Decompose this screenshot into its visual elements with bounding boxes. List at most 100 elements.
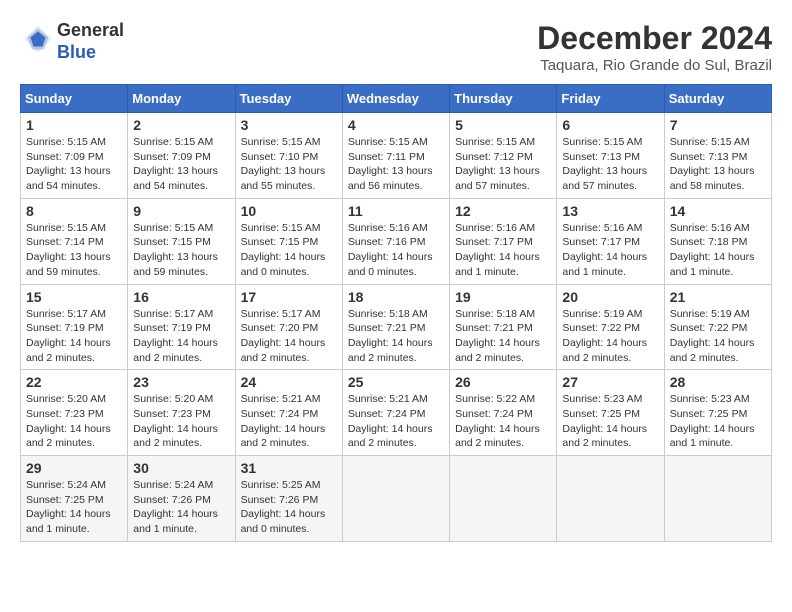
day-number: 14	[670, 203, 766, 219]
calendar-cell	[664, 456, 771, 542]
calendar-cell: 10 Sunrise: 5:15 AM Sunset: 7:15 PM Dayli…	[235, 198, 342, 284]
day-detail: Sunrise: 5:16 AM Sunset: 7:16 PM Dayligh…	[348, 221, 444, 280]
day-detail: Sunrise: 5:15 AM Sunset: 7:09 PM Dayligh…	[133, 135, 229, 194]
day-number: 27	[562, 374, 658, 390]
calendar-cell: 24 Sunrise: 5:21 AM Sunset: 7:24 PM Dayli…	[235, 370, 342, 456]
day-detail: Sunrise: 5:15 AM Sunset: 7:15 PM Dayligh…	[241, 221, 337, 280]
calendar-cell: 21 Sunrise: 5:19 AM Sunset: 7:22 PM Dayli…	[664, 284, 771, 370]
weekday-header-friday: Friday	[557, 85, 664, 113]
day-detail: Sunrise: 5:18 AM Sunset: 7:21 PM Dayligh…	[348, 307, 444, 366]
calendar-cell: 3 Sunrise: 5:15 AM Sunset: 7:10 PM Daylig…	[235, 113, 342, 199]
calendar-week-2: 8 Sunrise: 5:15 AM Sunset: 7:14 PM Daylig…	[21, 198, 772, 284]
day-number: 7	[670, 117, 766, 133]
day-number: 26	[455, 374, 551, 390]
day-number: 5	[455, 117, 551, 133]
weekday-header-saturday: Saturday	[664, 85, 771, 113]
day-detail: Sunrise: 5:21 AM Sunset: 7:24 PM Dayligh…	[241, 392, 337, 451]
calendar-cell: 4Sunrise: 5:15 AM Sunset: 7:11 PM Daylig…	[342, 113, 449, 199]
calendar-cell	[450, 456, 557, 542]
calendar-cell	[342, 456, 449, 542]
day-number: 24	[241, 374, 337, 390]
day-detail: Sunrise: 5:15 AM Sunset: 7:12 PM Dayligh…	[455, 135, 551, 194]
calendar-cell: 29 Sunrise: 5:24 AM Sunset: 7:25 PM Dayli…	[21, 456, 128, 542]
day-detail: Sunrise: 5:15 AM Sunset: 7:13 PM Dayligh…	[670, 135, 766, 194]
day-number: 6	[562, 117, 658, 133]
calendar-cell: 25 Sunrise: 5:21 AM Sunset: 7:24 PM Dayli…	[342, 370, 449, 456]
day-number: 13	[562, 203, 658, 219]
day-detail: Sunrise: 5:23 AM Sunset: 7:25 PM Dayligh…	[562, 392, 658, 451]
calendar-cell: 31Sunrise: 5:25 AM Sunset: 7:26 PM Dayli…	[235, 456, 342, 542]
day-number: 19	[455, 289, 551, 305]
calendar-week-1: 1 Sunrise: 5:15 AM Sunset: 7:09 PM Daylig…	[21, 113, 772, 199]
month-title: December 2024	[537, 20, 772, 57]
day-number: 23	[133, 374, 229, 390]
day-detail: Sunrise: 5:15 AM Sunset: 7:10 PM Dayligh…	[241, 135, 337, 194]
day-number: 2	[133, 117, 229, 133]
weekday-header-wednesday: Wednesday	[342, 85, 449, 113]
weekday-header-monday: Monday	[128, 85, 235, 113]
calendar-cell: 28 Sunrise: 5:23 AM Sunset: 7:25 PM Dayli…	[664, 370, 771, 456]
calendar-cell: 18 Sunrise: 5:18 AM Sunset: 7:21 PM Dayli…	[342, 284, 449, 370]
logo-general: General	[57, 20, 124, 40]
calendar-week-3: 15 Sunrise: 5:17 AM Sunset: 7:19 PM Dayli…	[21, 284, 772, 370]
calendar-cell: 1 Sunrise: 5:15 AM Sunset: 7:09 PM Daylig…	[21, 113, 128, 199]
day-detail: Sunrise: 5:20 AM Sunset: 7:23 PM Dayligh…	[133, 392, 229, 451]
location-text: Taquara, Rio Grande do Sul, Brazil	[537, 57, 772, 74]
day-detail: Sunrise: 5:15 AM Sunset: 7:15 PM Dayligh…	[133, 221, 229, 280]
calendar-cell: 14 Sunrise: 5:16 AM Sunset: 7:18 PM Dayli…	[664, 198, 771, 284]
calendar-cell: 17Sunrise: 5:17 AM Sunset: 7:20 PM Dayli…	[235, 284, 342, 370]
calendar-cell: 26 Sunrise: 5:22 AM Sunset: 7:24 PM Dayli…	[450, 370, 557, 456]
calendar-cell: 16 Sunrise: 5:17 AM Sunset: 7:19 PM Dayli…	[128, 284, 235, 370]
day-detail: Sunrise: 5:19 AM Sunset: 7:22 PM Dayligh…	[670, 307, 766, 366]
day-number: 28	[670, 374, 766, 390]
calendar-cell: 2 Sunrise: 5:15 AM Sunset: 7:09 PM Daylig…	[128, 113, 235, 199]
day-number: 21	[670, 289, 766, 305]
day-number: 18	[348, 289, 444, 305]
calendar-cell: 20 Sunrise: 5:19 AM Sunset: 7:22 PM Dayli…	[557, 284, 664, 370]
day-detail: Sunrise: 5:22 AM Sunset: 7:24 PM Dayligh…	[455, 392, 551, 451]
day-number: 29	[26, 460, 122, 476]
day-detail: Sunrise: 5:17 AM Sunset: 7:19 PM Dayligh…	[133, 307, 229, 366]
calendar-cell: 11Sunrise: 5:16 AM Sunset: 7:16 PM Dayli…	[342, 198, 449, 284]
day-detail: Sunrise: 5:24 AM Sunset: 7:25 PM Dayligh…	[26, 478, 122, 537]
logo: General Blue	[20, 20, 124, 63]
logo-blue: Blue	[57, 42, 96, 62]
weekday-header-sunday: Sunday	[21, 85, 128, 113]
day-detail: Sunrise: 5:21 AM Sunset: 7:24 PM Dayligh…	[348, 392, 444, 451]
calendar-cell: 15Sunrise: 5:17 AM Sunset: 7:19 PM Dayli…	[21, 284, 128, 370]
day-detail: Sunrise: 5:19 AM Sunset: 7:22 PM Dayligh…	[562, 307, 658, 366]
calendar-cell: 6 Sunrise: 5:15 AM Sunset: 7:13 PM Daylig…	[557, 113, 664, 199]
day-detail: Sunrise: 5:15 AM Sunset: 7:14 PM Dayligh…	[26, 221, 122, 280]
day-number: 15	[26, 289, 122, 305]
calendar-week-5: 29 Sunrise: 5:24 AM Sunset: 7:25 PM Dayli…	[21, 456, 772, 542]
page-header: General Blue December 2024 Taquara, Rio …	[20, 20, 772, 74]
calendar-cell: 5 Sunrise: 5:15 AM Sunset: 7:12 PM Daylig…	[450, 113, 557, 199]
title-area: December 2024 Taquara, Rio Grande do Sul…	[537, 20, 772, 74]
day-detail: Sunrise: 5:15 AM Sunset: 7:13 PM Dayligh…	[562, 135, 658, 194]
day-number: 30	[133, 460, 229, 476]
day-detail: Sunrise: 5:23 AM Sunset: 7:25 PM Dayligh…	[670, 392, 766, 451]
calendar-cell: 19Sunrise: 5:18 AM Sunset: 7:21 PM Dayli…	[450, 284, 557, 370]
day-number: 3	[241, 117, 337, 133]
day-number: 17	[241, 289, 337, 305]
calendar-cell: 27 Sunrise: 5:23 AM Sunset: 7:25 PM Dayli…	[557, 370, 664, 456]
day-detail: Sunrise: 5:15 AM Sunset: 7:09 PM Dayligh…	[26, 135, 122, 194]
calendar-cell: 23 Sunrise: 5:20 AM Sunset: 7:23 PM Dayli…	[128, 370, 235, 456]
calendar-week-4: 22 Sunrise: 5:20 AM Sunset: 7:23 PM Dayli…	[21, 370, 772, 456]
day-number: 31	[241, 460, 337, 476]
calendar-cell: 9Sunrise: 5:15 AM Sunset: 7:15 PM Daylig…	[128, 198, 235, 284]
day-detail: Sunrise: 5:24 AM Sunset: 7:26 PM Dayligh…	[133, 478, 229, 537]
day-number: 16	[133, 289, 229, 305]
day-number: 1	[26, 117, 122, 133]
day-detail: Sunrise: 5:16 AM Sunset: 7:18 PM Dayligh…	[670, 221, 766, 280]
day-number: 25	[348, 374, 444, 390]
calendar-cell: 22Sunrise: 5:20 AM Sunset: 7:23 PM Dayli…	[21, 370, 128, 456]
day-number: 8	[26, 203, 122, 219]
calendar-cell: 7 Sunrise: 5:15 AM Sunset: 7:13 PM Daylig…	[664, 113, 771, 199]
weekday-header-row: SundayMondayTuesdayWednesdayThursdayFrid…	[21, 85, 772, 113]
logo-icon	[23, 24, 53, 54]
day-number: 20	[562, 289, 658, 305]
day-number: 10	[241, 203, 337, 219]
calendar-cell: 8 Sunrise: 5:15 AM Sunset: 7:14 PM Daylig…	[21, 198, 128, 284]
day-number: 22	[26, 374, 122, 390]
